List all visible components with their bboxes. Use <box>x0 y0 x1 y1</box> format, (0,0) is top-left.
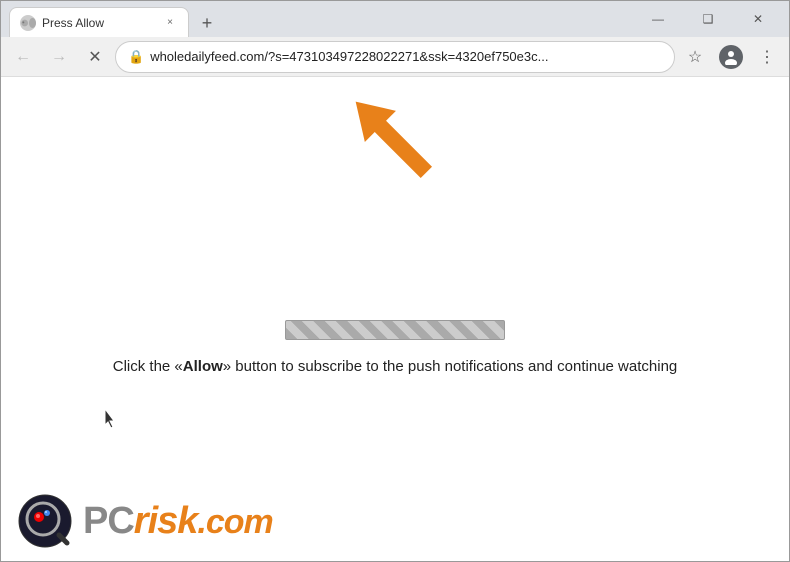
tab-favicon-icon <box>20 15 36 31</box>
pc-label: PC <box>83 500 134 542</box>
close-button[interactable]: ✕ <box>735 3 781 35</box>
tab-title: Press Allow <box>42 16 156 30</box>
profile-button[interactable] <box>715 41 747 73</box>
mouse-cursor <box>101 407 121 436</box>
bookmark-button[interactable]: ☆ <box>679 41 711 73</box>
reload-button[interactable]: ✕ <box>79 41 111 73</box>
pcrisk-text: PCrisk.com <box>83 500 273 543</box>
browser-window: Press Allow × + — ❑ ✕ ← → ✕ 🔒 wholedaily… <box>0 0 790 562</box>
back-button[interactable]: ← <box>7 41 39 73</box>
arrow-indicator <box>341 82 441 197</box>
minimize-button[interactable]: — <box>635 3 681 35</box>
page-content: Click the «Allow» button to subscribe to… <box>1 77 789 561</box>
title-bar: Press Allow × + — ❑ ✕ <box>1 1 789 37</box>
menu-button[interactable]: ⋮ <box>751 41 783 73</box>
browser-tab[interactable]: Press Allow × <box>9 7 189 37</box>
risk-label: risk <box>134 500 198 542</box>
address-text: wholedailyfeed.com/?s=473103497228022271… <box>150 49 662 64</box>
cta-message: Click the «Allow» button to subscribe to… <box>113 356 678 379</box>
allow-word: Allow <box>183 358 223 375</box>
com-label: .com <box>197 503 272 541</box>
maximize-button[interactable]: ❑ <box>685 3 731 35</box>
new-tab-button[interactable]: + <box>193 9 221 37</box>
profile-icon <box>719 45 743 69</box>
progress-area: Click the «Allow» button to subscribe to… <box>113 320 678 379</box>
forward-button[interactable]: → <box>43 41 75 73</box>
cta-text-after: » button to subscribe to the push notifi… <box>223 358 677 375</box>
window-controls: — ❑ ✕ <box>635 3 781 35</box>
watermark: PCrisk.com <box>17 493 273 549</box>
pcrisk-logo-icon <box>17 493 73 549</box>
browser-toolbar: ← → ✕ 🔒 wholedailyfeed.com/?s=4731034972… <box>1 37 789 77</box>
tab-area: Press Allow × + <box>9 1 635 37</box>
tab-close-button[interactable]: × <box>162 15 178 31</box>
address-bar[interactable]: 🔒 wholedailyfeed.com/?s=4731034972280222… <box>115 41 675 73</box>
loading-progress-bar <box>285 320 505 340</box>
cta-text-before: Click the « <box>113 358 183 375</box>
lock-icon: 🔒 <box>128 49 144 65</box>
